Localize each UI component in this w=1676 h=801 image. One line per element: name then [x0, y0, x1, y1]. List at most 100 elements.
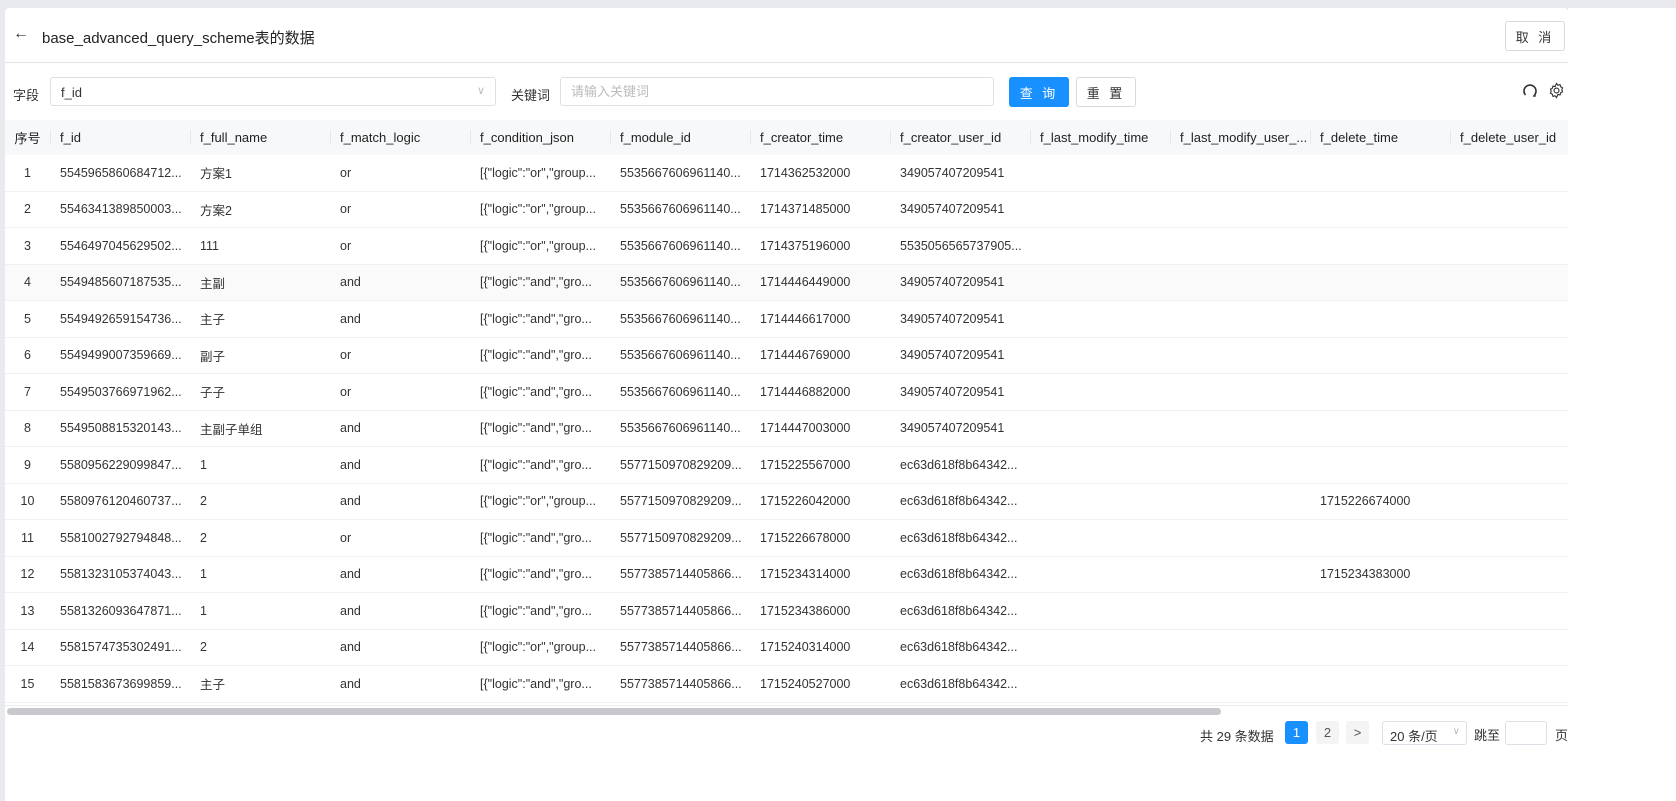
table-cell: [{"logic":"and","gro... [480, 603, 592, 618]
field-label: 字段 [13, 88, 40, 103]
table-cell: [{"logic":"or","group... [480, 165, 596, 180]
table-cell: 15 [20, 676, 35, 691]
table-cell: and [340, 676, 361, 691]
column-header-f-match-logic[interactable]: f_match_logic [330, 130, 470, 145]
page-size-select[interactable]: 20 条/页 ∨ [1382, 721, 1467, 745]
back-arrow-icon[interactable]: ← [13, 25, 29, 43]
chevron-down-icon: ∨ [1452, 726, 1460, 737]
query-button[interactable]: 查 询 [1009, 77, 1069, 107]
column-header-index[interactable]: 序号 [5, 128, 50, 147]
table-cell: 副子 [200, 349, 226, 364]
horizontal-scrollbar[interactable] [5, 705, 1568, 717]
column-header-f-last-modify-user-[interactable]: f_last_modify_user_... [1170, 130, 1310, 145]
table-cell: 5577150970829209... [620, 494, 742, 509]
page-1-button[interactable]: 1 [1285, 721, 1308, 744]
page-suffix-label: 页 [1555, 728, 1568, 743]
scrollbar-thumb[interactable] [7, 708, 1221, 715]
table-row[interactable]: 9 5580956229099847... 1 and [{"logic":"and",… [5, 447, 1568, 484]
refresh-icon[interactable] [1522, 82, 1538, 99]
table-cell: 1715234383000 [1320, 567, 1411, 582]
table-cell: 1714371485000 [760, 202, 851, 217]
next-page-button[interactable]: > [1346, 721, 1369, 744]
table-row[interactable]: 7 5549503766971962... 子子 or [{"logic":"and",… [5, 374, 1568, 411]
table-cell: and [340, 603, 361, 618]
table-row[interactable]: 2 5546341389850003... 方案2 or [{"logic":"or",… [5, 192, 1568, 228]
table-cell: 5577385714405866... [620, 640, 742, 655]
table-cell: or [340, 202, 352, 217]
table-cell: and [340, 640, 361, 655]
table-header-row: 序号 f_id f_full_name f_match_logic f_conditio… [5, 120, 1568, 155]
table-cell: or [340, 530, 352, 545]
table-cell: or [340, 165, 352, 180]
table-cell: and [340, 567, 361, 582]
table-cell: 5535056565737905... [900, 238, 1022, 253]
table-cell: 11 [21, 530, 34, 545]
column-header-f-module-id[interactable]: f_module_id [610, 130, 750, 145]
table-cell: or [340, 238, 352, 253]
table-cell: 5581323105374043... [60, 567, 182, 582]
table-cell: 349057407209541 [900, 165, 1005, 180]
table-cell: 13 [20, 603, 35, 618]
table-cell: 6 [24, 348, 31, 363]
table-row[interactable]: 10 5580976120460737... 2 and [{"logic":"or",… [5, 484, 1568, 520]
table-cell: 5546341389850003... [60, 202, 182, 217]
column-header-f-full-name[interactable]: f_full_name [190, 130, 330, 145]
page-header: ← base_advanced_query_scheme表的数据 取 消 [5, 8, 1568, 63]
settings-gear-icon[interactable] [1548, 82, 1565, 99]
column-header-f-creator-time[interactable]: f_creator_time [750, 130, 890, 145]
table-row[interactable]: 4 5549485607187535... 主副 and [{"logic":"and"… [5, 264, 1568, 301]
table-row[interactable]: 1 5545965860684712... 方案1 or [{"logic":"or",… [5, 155, 1568, 192]
table-row[interactable]: 8 5549508815320143... 主副子单组 and [{"logic":"a… [5, 411, 1568, 447]
table-row[interactable]: 15 5581583673699859... 主子 and [{"logic":"and… [5, 666, 1568, 703]
jump-label: 跳至 [1474, 728, 1501, 743]
table-cell: 主副 [200, 276, 226, 291]
right-margin [1568, 8, 1676, 801]
jump-page-input[interactable] [1505, 721, 1547, 745]
column-header-f-id[interactable]: f_id [50, 130, 190, 145]
table-cell: 349057407209541 [900, 421, 1005, 436]
table-cell: [{"logic":"and","gro... [480, 457, 592, 472]
table-cell: 12 [20, 567, 35, 582]
table-cell: [{"logic":"or","group... [480, 640, 596, 655]
table-cell: [{"logic":"and","gro... [480, 421, 592, 436]
table-cell: 5581583673699859... [60, 676, 182, 691]
page-2-button[interactable]: 2 [1316, 721, 1339, 744]
field-select[interactable]: f_id ∨ [50, 77, 496, 106]
reset-button[interactable]: 重 置 [1076, 77, 1136, 107]
table-cell: 1 [200, 567, 207, 582]
table-cell: ec63d618f8b64342... [900, 530, 1018, 545]
table-data-panel: ← base_advanced_query_scheme表的数据 取 消 字段 … [5, 8, 1568, 801]
table-cell: 1714375196000 [760, 238, 851, 253]
column-header-f-delete-user-id[interactable]: f_delete_user_id [1450, 130, 1568, 145]
table-cell: 主子 [200, 313, 226, 328]
table-cell: or [340, 384, 352, 399]
table-cell: 5577150970829209... [620, 457, 742, 472]
table-row[interactable]: 11 5581002792794848... 2 or [{"logic":"and",… [5, 520, 1568, 557]
table-cell: or [340, 348, 352, 363]
table-cell: 5545965860684712... [60, 165, 182, 180]
column-header-f-delete-time[interactable]: f_delete_time [1310, 130, 1450, 145]
table-cell: 2 [200, 494, 207, 509]
table-row[interactable]: 5 5549492659154736... 主子 and [{"logic":"and"… [5, 301, 1568, 338]
table-cell: ec63d618f8b64342... [900, 603, 1018, 618]
table-body: 1 5545965860684712... 方案1 or [{"logic":"or",… [5, 155, 1568, 703]
table-cell: 5577150970829209... [620, 530, 742, 545]
keyword-input[interactable] [560, 77, 994, 106]
column-header-f-last-modify-time[interactable]: f_last_modify_time [1030, 130, 1170, 145]
table-row[interactable]: 3 5546497045629502... 111 or [{"logic":"or",… [5, 228, 1568, 265]
table-row[interactable]: 12 5581323105374043... 1 and [{"logic":"and"… [5, 557, 1568, 593]
table-cell: 1714446769000 [760, 348, 851, 363]
table-cell: 5535667606961140... [620, 421, 741, 436]
table-cell: 1714446449000 [760, 275, 851, 290]
column-header-f-condition-json[interactable]: f_condition_json [470, 130, 610, 145]
total-count: 共 29 条数据 [1200, 729, 1274, 744]
page-title: base_advanced_query_scheme表的数据 [42, 30, 315, 47]
table-cell: 1714446882000 [760, 384, 851, 399]
table-cell: 1715240314000 [760, 640, 851, 655]
column-header-f-creator-user-id[interactable]: f_creator_user_id [890, 130, 1030, 145]
table-row[interactable]: 13 5581326093647871... 1 and [{"logic":"and"… [5, 593, 1568, 630]
table-row[interactable]: 6 5549499007359669... 副子 or [{"logic":"and",… [5, 338, 1568, 374]
table-row[interactable]: 14 5581574735302491... 2 and [{"logic":"or",… [5, 630, 1568, 666]
table-cell: 方案2 [200, 203, 232, 218]
cancel-button[interactable]: 取 消 [1505, 21, 1565, 51]
